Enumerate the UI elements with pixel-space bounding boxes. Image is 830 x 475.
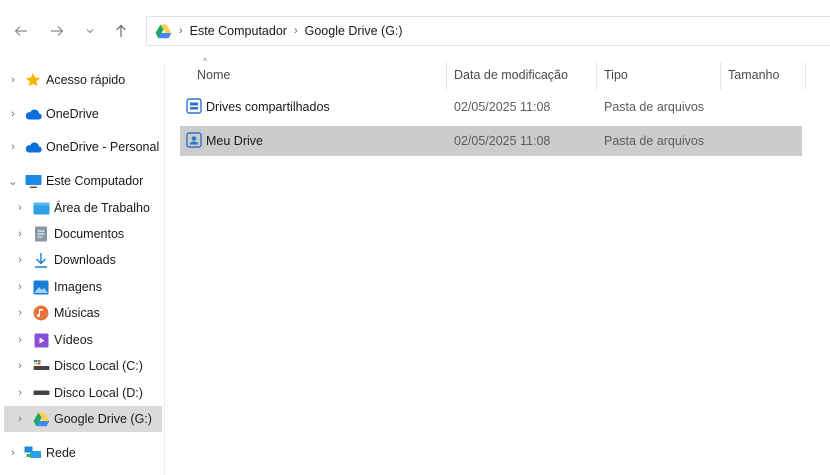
sidebar-item-label: OneDrive - Personal <box>46 140 160 154</box>
arrow-right-icon <box>51 26 64 36</box>
video-icon <box>32 331 50 349</box>
cloud-icon <box>24 105 42 123</box>
desktop-icon <box>32 199 50 217</box>
recent-locations-button[interactable] <box>79 20 101 42</box>
file-row-drives-compartilhados[interactable]: Drives compartilhados 02/05/2025 11:08 P… <box>180 92 802 122</box>
back-button[interactable] <box>10 20 32 42</box>
chevron-right-icon[interactable]: › <box>14 413 26 425</box>
file-date: 02/05/2025 11:08 <box>454 100 551 114</box>
sidebar-item-label: Acesso rápido <box>46 73 126 87</box>
sidebar-item-disco-d[interactable]: › Disco Local (D:) <box>4 380 162 406</box>
column-header-data[interactable]: Data de modificação <box>454 60 568 90</box>
chevron-right-icon[interactable]: › <box>14 307 26 319</box>
column-divider[interactable] <box>446 62 447 90</box>
sidebar-item-downloads[interactable]: › Downloads <box>4 247 162 273</box>
chevron-down-icon[interactable]: ⌄ <box>7 175 19 188</box>
sidebar-item-este-computador[interactable]: ⌄ Este Computador <box>4 168 162 194</box>
file-type: Pasta de arquivos <box>604 134 705 148</box>
file-name: Meu Drive <box>206 134 263 148</box>
sidebar-item-label: Disco Local (C:) <box>54 359 143 373</box>
cloud-icon <box>24 138 42 156</box>
file-name: Drives compartilhados <box>206 100 330 114</box>
navigation-bar: › Este Computador › Google Drive (G:) <box>0 0 830 60</box>
column-divider[interactable] <box>596 62 597 90</box>
breadcrumb-google-drive[interactable]: Google Drive (G:) <box>305 24 403 38</box>
sidebar-item-acesso-rapido[interactable]: › Acesso rápido <box>4 67 162 93</box>
sidebar-item-rede[interactable]: › Rede <box>4 440 162 466</box>
column-header-tipo[interactable]: Tipo <box>604 60 628 90</box>
arrow-up-icon <box>116 24 126 37</box>
file-type: Pasta de arquivos <box>604 100 705 114</box>
drive-icon <box>32 357 50 375</box>
column-header-tamanho[interactable]: Tamanho <box>728 60 779 90</box>
column-divider[interactable] <box>805 62 806 90</box>
chevron-right-icon[interactable]: › <box>14 202 26 214</box>
images-icon <box>32 278 50 296</box>
sidebar-item-google-drive[interactable]: › Google Drive (G:) <box>4 406 162 432</box>
star-icon <box>24 71 42 89</box>
sidebar-item-label: Disco Local (D:) <box>54 386 143 400</box>
file-date: 02/05/2025 11:08 <box>454 134 551 148</box>
up-button[interactable] <box>110 20 132 42</box>
network-icon <box>24 444 42 462</box>
sidebar-item-label: Rede <box>46 446 76 460</box>
chevron-right-icon[interactable]: › <box>14 281 26 293</box>
sidebar-item-onedrive-personal[interactable]: › OneDrive - Personal <box>4 134 162 160</box>
chevron-right-icon[interactable]: › <box>14 360 26 372</box>
arrow-left-icon <box>14 26 27 36</box>
chevron-right-icon[interactable]: › <box>14 254 26 266</box>
sidebar-item-label: Google Drive (G:) <box>54 412 152 426</box>
sidebar-item-disco-c[interactable]: › Disco Local (C:) <box>4 353 162 379</box>
column-divider[interactable] <box>720 62 721 90</box>
forward-button[interactable] <box>46 20 68 42</box>
sidebar-item-label: Este Computador <box>46 174 144 188</box>
sidebar-item-documentos[interactable]: › Documentos <box>4 221 162 247</box>
sidebar-item-onedrive[interactable]: › OneDrive <box>4 101 162 127</box>
download-icon <box>32 251 50 269</box>
address-bar[interactable]: › Este Computador › Google Drive (G:) <box>146 16 830 46</box>
sidebar-item-label: Área de Trabalho <box>54 201 150 215</box>
chevron-right-icon[interactable]: › <box>7 141 19 153</box>
chevron-right-icon[interactable]: › <box>7 447 19 459</box>
chevron-down-icon <box>86 29 94 34</box>
computer-icon <box>24 172 42 190</box>
chevron-right-icon[interactable]: › <box>14 334 26 346</box>
sidebar-item-imagens[interactable]: › Imagens <box>4 274 162 300</box>
chevron-right-icon[interactable]: › <box>14 387 26 399</box>
drive-icon <box>32 384 50 402</box>
music-icon <box>32 304 50 322</box>
sidebar-item-label: Músicas <box>54 306 100 320</box>
google-drive-icon <box>155 24 172 38</box>
navigation-pane: › Acesso rápido › OneDrive › OneDrive - … <box>0 62 165 475</box>
sidebar-item-musicas[interactable]: › Músicas <box>4 300 162 326</box>
breadcrumb-separator: › <box>293 25 298 37</box>
sidebar-item-area-de-trabalho[interactable]: › Área de Trabalho <box>4 195 162 221</box>
sidebar-item-label: OneDrive <box>46 107 99 121</box>
sidebar-item-label: Downloads <box>54 253 116 267</box>
breadcrumb-este-computador[interactable]: Este Computador <box>190 24 287 38</box>
sidebar-item-label: Imagens <box>54 280 102 294</box>
chevron-right-icon[interactable]: › <box>7 74 19 86</box>
sidebar-item-label: Vídeos <box>54 333 93 347</box>
chevron-right-icon[interactable]: › <box>7 108 19 120</box>
breadcrumb-separator: › <box>179 25 183 37</box>
shared-drive-icon <box>186 98 202 114</box>
sidebar-item-label: Documentos <box>54 227 125 241</box>
file-row-meu-drive[interactable]: Meu Drive 02/05/2025 11:08 Pasta de arqu… <box>180 126 802 156</box>
google-drive-icon <box>32 410 50 428</box>
document-icon <box>32 225 50 243</box>
chevron-right-icon[interactable]: › <box>14 228 26 240</box>
column-header-nome[interactable]: Nome <box>197 60 230 90</box>
sidebar-item-videos[interactable]: › Vídeos <box>4 327 162 353</box>
my-drive-icon <box>186 132 202 148</box>
